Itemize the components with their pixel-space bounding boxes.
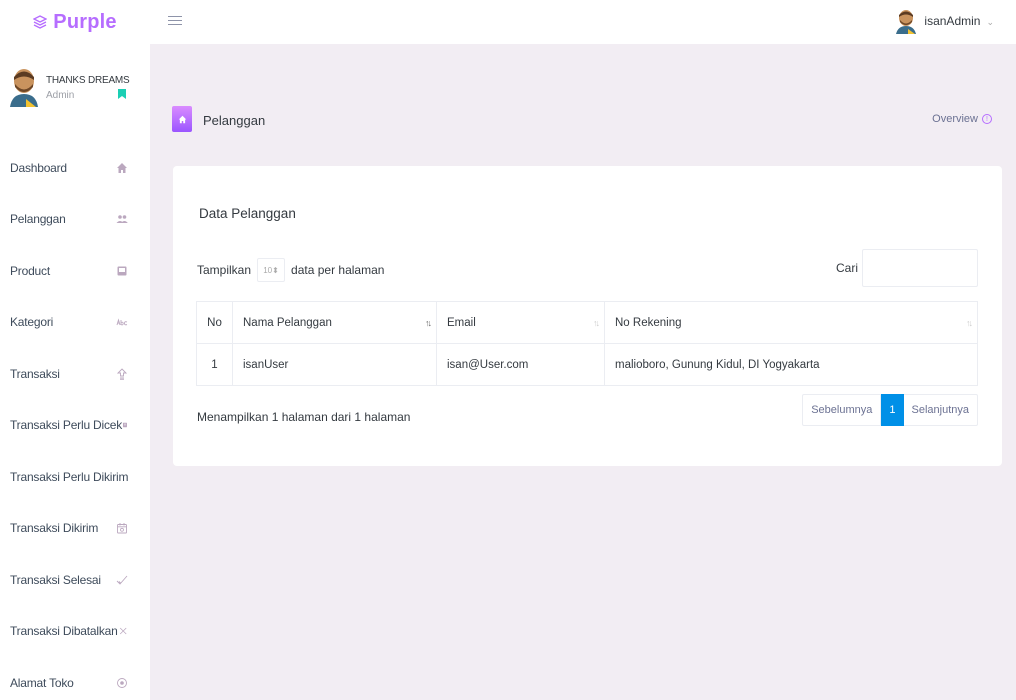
sidebar-item-kategori[interactable]: Kategori bbox=[0, 297, 150, 349]
sidebar-item-pelanggan[interactable]: Pelanggan bbox=[0, 194, 150, 246]
sidebar-item-label: Alamat Toko bbox=[10, 675, 74, 690]
sidebar-item-transaksi-dibatalkan[interactable]: Transaksi Dibatalkan bbox=[0, 606, 150, 658]
nav-username: isanAdmin bbox=[924, 14, 981, 28]
users-icon bbox=[116, 215, 128, 224]
page-length-control: Tampilkan 10 ⬍ data per halaman bbox=[197, 258, 384, 282]
page-1-button[interactable]: 1 bbox=[881, 394, 904, 426]
calendar-icon bbox=[117, 523, 127, 534]
profile-name: THANKS DREAMS bbox=[46, 75, 130, 86]
target-icon bbox=[117, 677, 127, 688]
column-header-email[interactable]: Email ↑↓ bbox=[436, 301, 605, 344]
card-title: Data Pelanggan bbox=[199, 206, 296, 221]
sort-icon: ↑↓ bbox=[966, 317, 973, 328]
sidebar-item-dashboard[interactable]: Dashboard bbox=[0, 142, 150, 194]
upload-icon bbox=[116, 368, 128, 380]
sidebar-item-transaksi-perlu-dicek[interactable]: Transaksi Perlu Dicek bbox=[0, 400, 150, 452]
table-header-row: No Nama Pelanggan ↑↓ Email ↑↓ No Rekening ↑… bbox=[196, 301, 978, 344]
search-label: Cari bbox=[835, 261, 858, 275]
user-menu[interactable]: isanAdmin ⌄ bbox=[894, 8, 994, 34]
sidebar-item-label: Transaksi Perlu Dikirim bbox=[10, 469, 129, 484]
abc-icon bbox=[116, 318, 128, 326]
customer-table: No Nama Pelanggan ↑↓ Email ↑↓ No Rekening ↑… bbox=[196, 301, 978, 386]
overview-link[interactable]: Overview ! bbox=[932, 113, 992, 125]
sidebar-item-label: Product bbox=[10, 263, 50, 278]
column-header-nama-pelanggan[interactable]: Nama Pelanggan ↑↓ bbox=[232, 301, 437, 344]
info-icon: ! bbox=[982, 114, 992, 124]
sidebar-item-alamat-toko[interactable]: Alamat Toko bbox=[0, 657, 150, 700]
profile-role: Admin bbox=[46, 90, 75, 101]
page-length-value: 10 bbox=[263, 265, 273, 275]
sidebar-item-transaksi-dikirim[interactable]: Transaksi Dikirim bbox=[0, 503, 150, 555]
sidebar-item-product[interactable]: Product bbox=[0, 245, 150, 297]
bookmark-icon bbox=[118, 89, 126, 99]
sidebar-item-label: Transaksi Dikirim bbox=[10, 521, 99, 536]
sidebar-item-label: Transaksi Dibatalkan bbox=[10, 624, 118, 639]
data-card: Data Pelanggan Tampilkan 10 ⬍ data per ha… bbox=[173, 166, 1002, 466]
sidebar-item-transaksi[interactable]: Transaksi bbox=[0, 348, 150, 400]
cell-email: isan@User.com bbox=[436, 343, 605, 386]
menu-toggle-icon[interactable] bbox=[168, 13, 182, 29]
page-header: Pelanggan Overview ! bbox=[172, 104, 992, 134]
table-info: Menampilkan 1 halaman dari 1 halaman bbox=[197, 410, 411, 424]
chevron-down-icon: ⌄ bbox=[986, 16, 994, 27]
sidebar-item-label: Transaksi Perlu Dicek bbox=[10, 418, 123, 433]
previous-page-button[interactable]: Sebelumnya bbox=[802, 394, 882, 426]
page-length-select[interactable]: 10 ⬍ bbox=[257, 258, 286, 282]
sidebar: THANKS DREAMS Admin Dashboard Pelanggan … bbox=[0, 44, 150, 700]
sidebar-item-label: Dashboard bbox=[10, 160, 67, 175]
next-page-button[interactable]: Selanjutnya bbox=[903, 394, 978, 426]
sort-icon: ↑↓ bbox=[425, 317, 432, 328]
sidebar-item-label: Transaksi Selesai bbox=[10, 572, 101, 587]
cell-nama-pelanggan: isanUser bbox=[232, 343, 437, 386]
profile-avatar bbox=[10, 69, 38, 107]
column-header-no-rekening[interactable]: No Rekening ↑↓ bbox=[604, 301, 978, 344]
user-avatar bbox=[896, 10, 917, 34]
close-icon bbox=[119, 627, 127, 635]
length-prefix: Tampilkan bbox=[197, 263, 252, 277]
select-arrows-icon: ⬍ bbox=[272, 265, 279, 275]
column-header-no[interactable]: No bbox=[196, 301, 233, 344]
home-icon bbox=[117, 162, 127, 173]
sidebar-item-label: Pelanggan bbox=[10, 212, 66, 227]
pagination: Sebelumnya 1 Selanjutnya bbox=[802, 394, 978, 426]
length-suffix: data per halaman bbox=[291, 263, 385, 277]
overview-label: Overview bbox=[932, 113, 978, 125]
home-icon bbox=[172, 106, 192, 132]
top-navbar: Purple isanAdmin ⌄ bbox=[0, 0, 1016, 44]
sidebar-item-transaksi-perlu-dikirim[interactable]: Transaksi Perlu Dikirim bbox=[0, 451, 150, 503]
sidebar-profile[interactable]: THANKS DREAMS Admin bbox=[0, 64, 150, 120]
page-title: Pelanggan bbox=[203, 113, 266, 128]
cell-no: 1 bbox=[196, 343, 233, 386]
sort-icon: ↑↓ bbox=[593, 317, 600, 328]
sidebar-nav: Dashboard Pelanggan Product Kategori Tra… bbox=[0, 142, 150, 700]
box-icon bbox=[117, 266, 127, 276]
search-input[interactable] bbox=[862, 249, 978, 287]
book-icon bbox=[123, 423, 128, 428]
table-search: Cari bbox=[836, 249, 978, 287]
cell-no-rekening: malioboro, Gunung Kidul, DI Yogyakarta bbox=[604, 343, 978, 386]
sidebar-item-label: Transaksi bbox=[10, 366, 60, 381]
brand-logo[interactable]: Purple bbox=[0, 0, 150, 44]
sidebar-item-label: Kategori bbox=[10, 315, 54, 330]
layers-icon bbox=[33, 15, 48, 29]
sidebar-item-transaksi-selesai[interactable]: Transaksi Selesai bbox=[0, 554, 150, 606]
check-icon bbox=[116, 575, 128, 585]
brand-name: Purple bbox=[53, 10, 117, 33]
table-row: 1 isanUser isan@User.com malioboro, Gunu… bbox=[196, 343, 978, 386]
